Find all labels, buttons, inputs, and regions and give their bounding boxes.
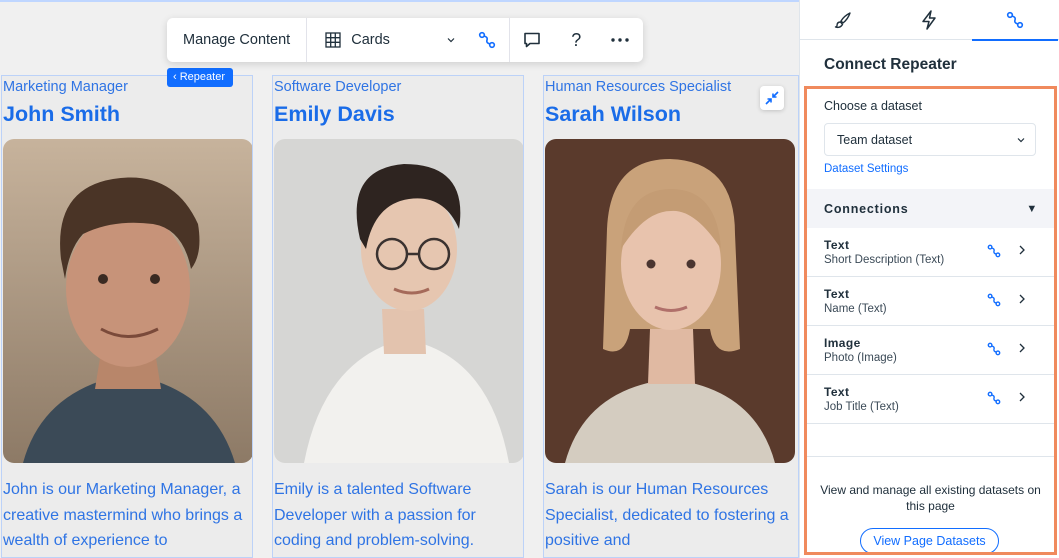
repeater-tag-label: Repeater bbox=[179, 71, 225, 83]
footer-text: View and manage all existing datasets on… bbox=[820, 483, 1041, 513]
connection-type: Text bbox=[824, 287, 850, 301]
repeater-item-john[interactable]: Marketing Manager John Smith John is our… bbox=[1, 75, 253, 558]
connect-data-icon bbox=[479, 31, 496, 49]
connect-data-button[interactable] bbox=[465, 18, 509, 62]
choose-dataset-label: Choose a dataset bbox=[824, 99, 922, 113]
canvas-top-guide bbox=[0, 0, 799, 2]
repeater-tag[interactable]: ‹ Repeater bbox=[167, 68, 233, 87]
chevron-right-icon bbox=[1019, 392, 1025, 402]
connection-field: Short Description (Text) bbox=[824, 254, 945, 266]
comment-icon bbox=[524, 32, 541, 48]
chevron-right-icon bbox=[1019, 343, 1025, 353]
connect-data-icon bbox=[987, 293, 1001, 307]
view-page-datasets-button[interactable]: View Page Datasets bbox=[860, 528, 999, 552]
connection-row[interactable]: Text Job Title (Text) bbox=[807, 375, 1054, 424]
grid-icon bbox=[325, 32, 341, 48]
job-title-text[interactable]: Human Resources Specialist bbox=[545, 79, 731, 95]
tab-design[interactable] bbox=[800, 0, 886, 40]
layout-dropdown-label: Cards bbox=[351, 32, 390, 48]
connection-type: Text bbox=[824, 385, 850, 399]
paintbrush-icon bbox=[834, 12, 851, 29]
team-member-photo[interactable] bbox=[3, 139, 252, 463]
tab-interactions[interactable] bbox=[886, 0, 972, 40]
repeater-item-emily[interactable]: Software Developer Emily Davis Emily is … bbox=[272, 75, 524, 558]
connect-repeater-section: Choose a dataset Team dataset Dataset Se… bbox=[804, 86, 1057, 555]
triangle-down-icon: ▼ bbox=[1026, 202, 1038, 215]
more-actions-button[interactable] bbox=[598, 18, 642, 62]
inspector-panel: Connect Repeater Choose a dataset Team d… bbox=[799, 0, 1059, 558]
job-title-text[interactable]: Marketing Manager bbox=[3, 79, 128, 95]
panel-tabs bbox=[800, 0, 1059, 41]
chevron-right-icon bbox=[1019, 294, 1025, 304]
connect-data-icon bbox=[1006, 11, 1024, 29]
connection-field: Photo (Image) bbox=[824, 352, 897, 364]
connections-label: Connections bbox=[824, 201, 909, 216]
connect-data-icon bbox=[987, 391, 1001, 405]
more-dots-icon bbox=[611, 38, 629, 42]
name-text[interactable]: Sarah Wilson bbox=[545, 102, 681, 127]
description-text[interactable]: Emily is a talented Software Developer w… bbox=[274, 477, 522, 554]
panel-title: Connect Repeater bbox=[824, 56, 957, 73]
connect-data-icon bbox=[987, 244, 1001, 258]
collapse-button[interactable] bbox=[760, 86, 784, 110]
name-text[interactable]: John Smith bbox=[3, 102, 120, 127]
lightning-icon bbox=[922, 10, 936, 30]
connection-field: Job Title (Text) bbox=[824, 401, 899, 413]
help-button[interactable]: ? bbox=[554, 18, 598, 62]
repeater-item-sarah[interactable]: Human Resources Specialist Sarah Wilson … bbox=[543, 75, 799, 558]
connection-field: Name (Text) bbox=[824, 303, 887, 315]
dataset-dropdown[interactable]: Team dataset bbox=[824, 123, 1036, 156]
connection-type: Text bbox=[824, 238, 850, 252]
dataset-settings-link[interactable]: Dataset Settings bbox=[824, 163, 908, 175]
description-text[interactable]: Sarah is our Human Resources Specialist,… bbox=[545, 477, 793, 554]
team-member-photo[interactable] bbox=[274, 139, 523, 463]
chevron-right-icon bbox=[1019, 245, 1025, 255]
connection-type: Image bbox=[824, 336, 861, 350]
connections-header[interactable]: Connections ▼ bbox=[807, 189, 1054, 228]
chevron-down-icon bbox=[447, 38, 455, 43]
job-title-text[interactable]: Software Developer bbox=[274, 79, 401, 95]
footer-divider bbox=[807, 456, 1054, 457]
team-member-photo[interactable] bbox=[545, 139, 795, 463]
manage-content-button[interactable]: Manage Content bbox=[167, 18, 306, 62]
tab-connect[interactable] bbox=[972, 0, 1058, 41]
connection-row[interactable]: Image Photo (Image) bbox=[807, 326, 1054, 375]
dataset-dropdown-value: Team dataset bbox=[837, 132, 913, 147]
repeater-toolbar: Manage Content Cards ? bbox=[167, 18, 643, 62]
chevron-down-icon bbox=[1017, 137, 1025, 142]
collapse-icon bbox=[765, 91, 779, 105]
layout-dropdown[interactable]: Cards bbox=[307, 18, 465, 62]
comment-button[interactable] bbox=[510, 18, 554, 62]
description-text[interactable]: John is our Marketing Manager, a creativ… bbox=[3, 477, 251, 554]
name-text[interactable]: Emily Davis bbox=[274, 102, 395, 127]
connect-data-icon bbox=[987, 342, 1001, 356]
connection-row[interactable]: Text Short Description (Text) bbox=[807, 228, 1054, 277]
editor-canvas: Marketing Manager John Smith John is our… bbox=[0, 0, 799, 558]
help-icon: ? bbox=[571, 29, 582, 50]
connection-row[interactable]: Text Name (Text) bbox=[807, 277, 1054, 326]
